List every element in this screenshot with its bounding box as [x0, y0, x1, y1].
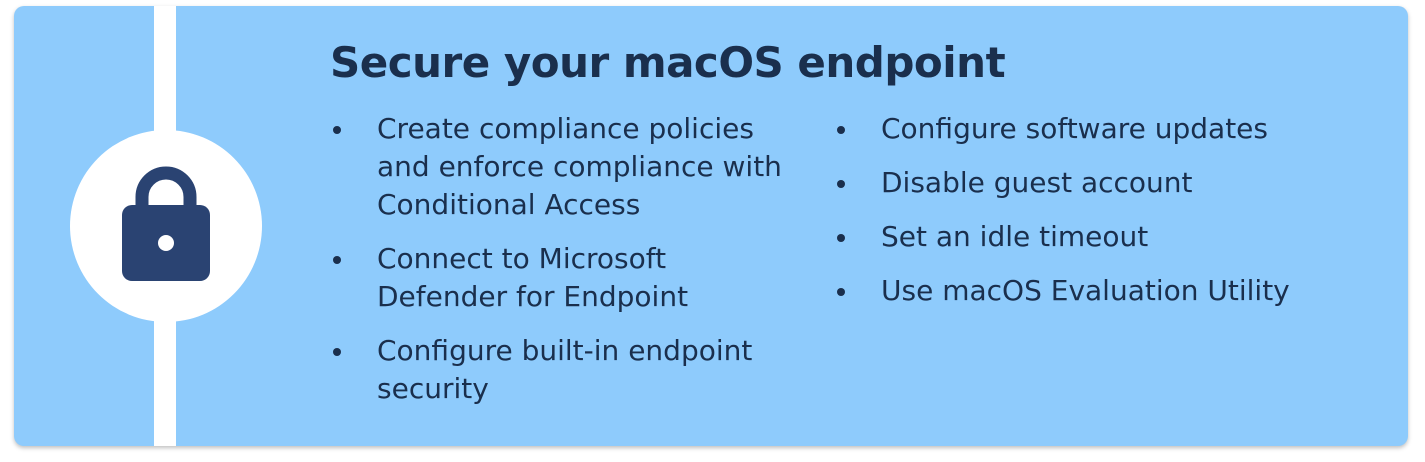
lock-icon — [122, 166, 210, 281]
list-item: Configure software updates — [834, 110, 1394, 148]
list-item: Connect to Microsoft Defender for Endpoi… — [330, 240, 800, 316]
lock-keyhole — [158, 235, 174, 251]
list-item: Create compliance policies and enforce c… — [330, 110, 800, 224]
left-bullet-list: Create compliance policies and enforce c… — [330, 110, 800, 424]
list-item: Set an idle timeout — [834, 218, 1394, 256]
macos-security-card: Secure your macOS endpoint Create compli… — [14, 6, 1408, 446]
list-item: Disable guest account — [834, 164, 1394, 202]
list-item: Configure built-in endpoint security — [330, 332, 800, 408]
right-bullet-list: Configure software updates Disable guest… — [834, 110, 1394, 326]
list-item: Use macOS Evaluation Utility — [834, 272, 1394, 310]
page-title: Secure your macOS endpoint — [330, 38, 1006, 87]
